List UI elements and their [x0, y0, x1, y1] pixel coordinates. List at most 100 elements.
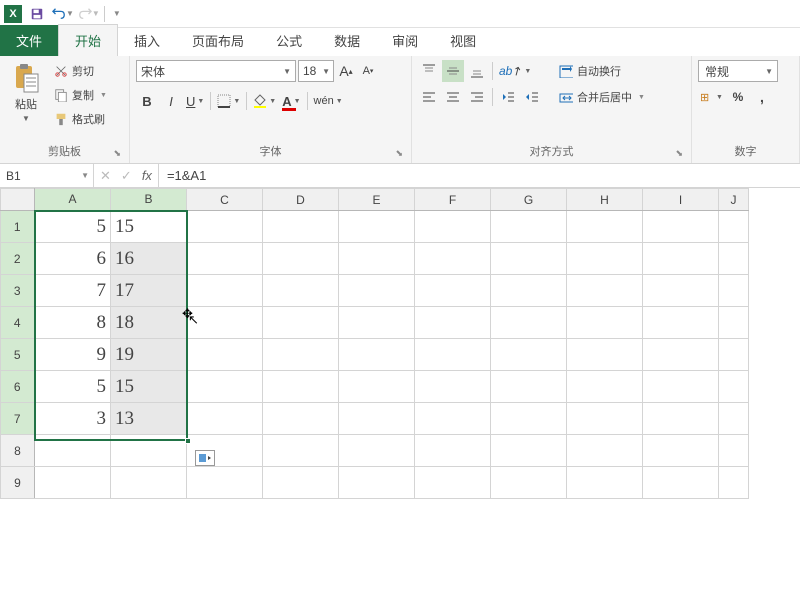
cell[interactable]	[415, 307, 491, 339]
tab-data[interactable]: 数据	[318, 25, 376, 56]
font-name-select[interactable]: 宋体▼	[136, 60, 296, 82]
tab-view[interactable]: 视图	[434, 25, 492, 56]
cell[interactable]	[491, 467, 567, 499]
fill-color-button[interactable]: ▼	[251, 90, 278, 112]
comma-button[interactable]: ,	[751, 86, 773, 108]
undo-dropdown[interactable]: ▼	[66, 9, 74, 18]
cell-A4[interactable]: 8	[35, 307, 111, 339]
cell[interactable]	[567, 467, 643, 499]
cell[interactable]	[719, 307, 749, 339]
cell[interactable]	[491, 403, 567, 435]
cell[interactable]	[567, 275, 643, 307]
tab-review[interactable]: 审阅	[376, 25, 434, 56]
cell[interactable]	[567, 339, 643, 371]
cell-A1[interactable]: 5	[35, 211, 111, 243]
cell-A7[interactable]: 3	[35, 403, 111, 435]
cell[interactable]	[491, 211, 567, 243]
accounting-format-button[interactable]: ⊞▼	[698, 86, 725, 108]
row-header-5[interactable]: 5	[1, 339, 35, 371]
tab-formulas[interactable]: 公式	[260, 25, 318, 56]
cell[interactable]	[415, 243, 491, 275]
col-header-I[interactable]: I	[643, 189, 719, 211]
cell[interactable]	[415, 467, 491, 499]
cell[interactable]	[111, 467, 187, 499]
cell[interactable]	[567, 211, 643, 243]
row-header-4[interactable]: 4	[1, 307, 35, 339]
cell[interactable]	[263, 243, 339, 275]
cell[interactable]	[263, 307, 339, 339]
col-header-H[interactable]: H	[567, 189, 643, 211]
cell[interactable]	[719, 403, 749, 435]
cell[interactable]	[187, 403, 263, 435]
cell[interactable]	[415, 371, 491, 403]
cell[interactable]	[719, 467, 749, 499]
cell[interactable]	[643, 211, 719, 243]
cell[interactable]	[643, 307, 719, 339]
cell-B4[interactable]: 18	[111, 307, 187, 339]
phonetic-button[interactable]: wén▼	[312, 90, 345, 112]
cell[interactable]	[415, 435, 491, 467]
redo-button[interactable]	[74, 3, 96, 25]
merge-center-button[interactable]: 合并后居中▼	[555, 86, 649, 108]
cell[interactable]	[719, 371, 749, 403]
number-format-select[interactable]: 常规▼	[698, 60, 778, 82]
cell[interactable]	[567, 403, 643, 435]
cell[interactable]	[263, 275, 339, 307]
enter-formula-button[interactable]: ✓	[121, 168, 132, 184]
cancel-formula-button[interactable]: ✕	[100, 168, 111, 184]
percent-button[interactable]: %	[727, 86, 749, 108]
col-header-E[interactable]: E	[339, 189, 415, 211]
select-all-corner[interactable]	[1, 189, 35, 211]
paste-dropdown[interactable]: ▼	[22, 114, 30, 123]
format-painter-button[interactable]: 格式刷	[50, 108, 111, 130]
cell-A3[interactable]: 7	[35, 275, 111, 307]
cell[interactable]	[339, 243, 415, 275]
font-color-button[interactable]: A▼	[280, 90, 302, 112]
decrease-font-button[interactable]: A▾	[358, 60, 378, 82]
name-box[interactable]: B1▼	[0, 164, 94, 187]
cell[interactable]	[187, 467, 263, 499]
cell[interactable]	[719, 339, 749, 371]
border-button[interactable]: ▼	[215, 90, 242, 112]
cell-B5[interactable]: 19	[111, 339, 187, 371]
cell[interactable]	[415, 339, 491, 371]
cell[interactable]	[719, 275, 749, 307]
row-header-8[interactable]: 8	[1, 435, 35, 467]
cell-A2[interactable]: 6	[35, 243, 111, 275]
tab-layout[interactable]: 页面布局	[176, 25, 260, 56]
qat-customize[interactable]: ▼	[109, 9, 125, 18]
row-header-2[interactable]: 2	[1, 243, 35, 275]
tab-file[interactable]: 文件	[0, 25, 58, 56]
align-middle-button[interactable]	[442, 60, 464, 82]
cell[interactable]	[567, 435, 643, 467]
decrease-indent-button[interactable]	[497, 86, 519, 108]
tab-insert[interactable]: 插入	[118, 25, 176, 56]
wrap-text-button[interactable]: 自动换行	[555, 60, 649, 82]
cell[interactable]	[719, 243, 749, 275]
cell[interactable]	[491, 243, 567, 275]
cell[interactable]	[263, 467, 339, 499]
row-header-3[interactable]: 3	[1, 275, 35, 307]
cell[interactable]	[187, 339, 263, 371]
increase-font-button[interactable]: A▴	[336, 60, 356, 82]
col-header-B[interactable]: B	[111, 189, 187, 211]
cell[interactable]	[643, 339, 719, 371]
col-header-D[interactable]: D	[263, 189, 339, 211]
cell[interactable]	[339, 371, 415, 403]
cell[interactable]	[491, 275, 567, 307]
cell-B6[interactable]: 15	[111, 371, 187, 403]
cell-B1[interactable]: 15	[111, 211, 187, 243]
cell[interactable]	[491, 307, 567, 339]
formula-input[interactable]: =1&A1	[159, 164, 800, 187]
cell-B7[interactable]: 13	[111, 403, 187, 435]
col-header-C[interactable]: C	[187, 189, 263, 211]
copy-button[interactable]: 复制▼	[50, 84, 111, 106]
clipboard-launcher[interactable]: ⬊	[113, 148, 121, 159]
col-header-A[interactable]: A	[35, 189, 111, 211]
cell[interactable]	[567, 371, 643, 403]
font-launcher[interactable]: ⬊	[395, 148, 403, 159]
autofill-options-button[interactable]	[195, 450, 215, 466]
cell[interactable]	[491, 371, 567, 403]
cell[interactable]	[415, 211, 491, 243]
cell[interactable]	[643, 371, 719, 403]
